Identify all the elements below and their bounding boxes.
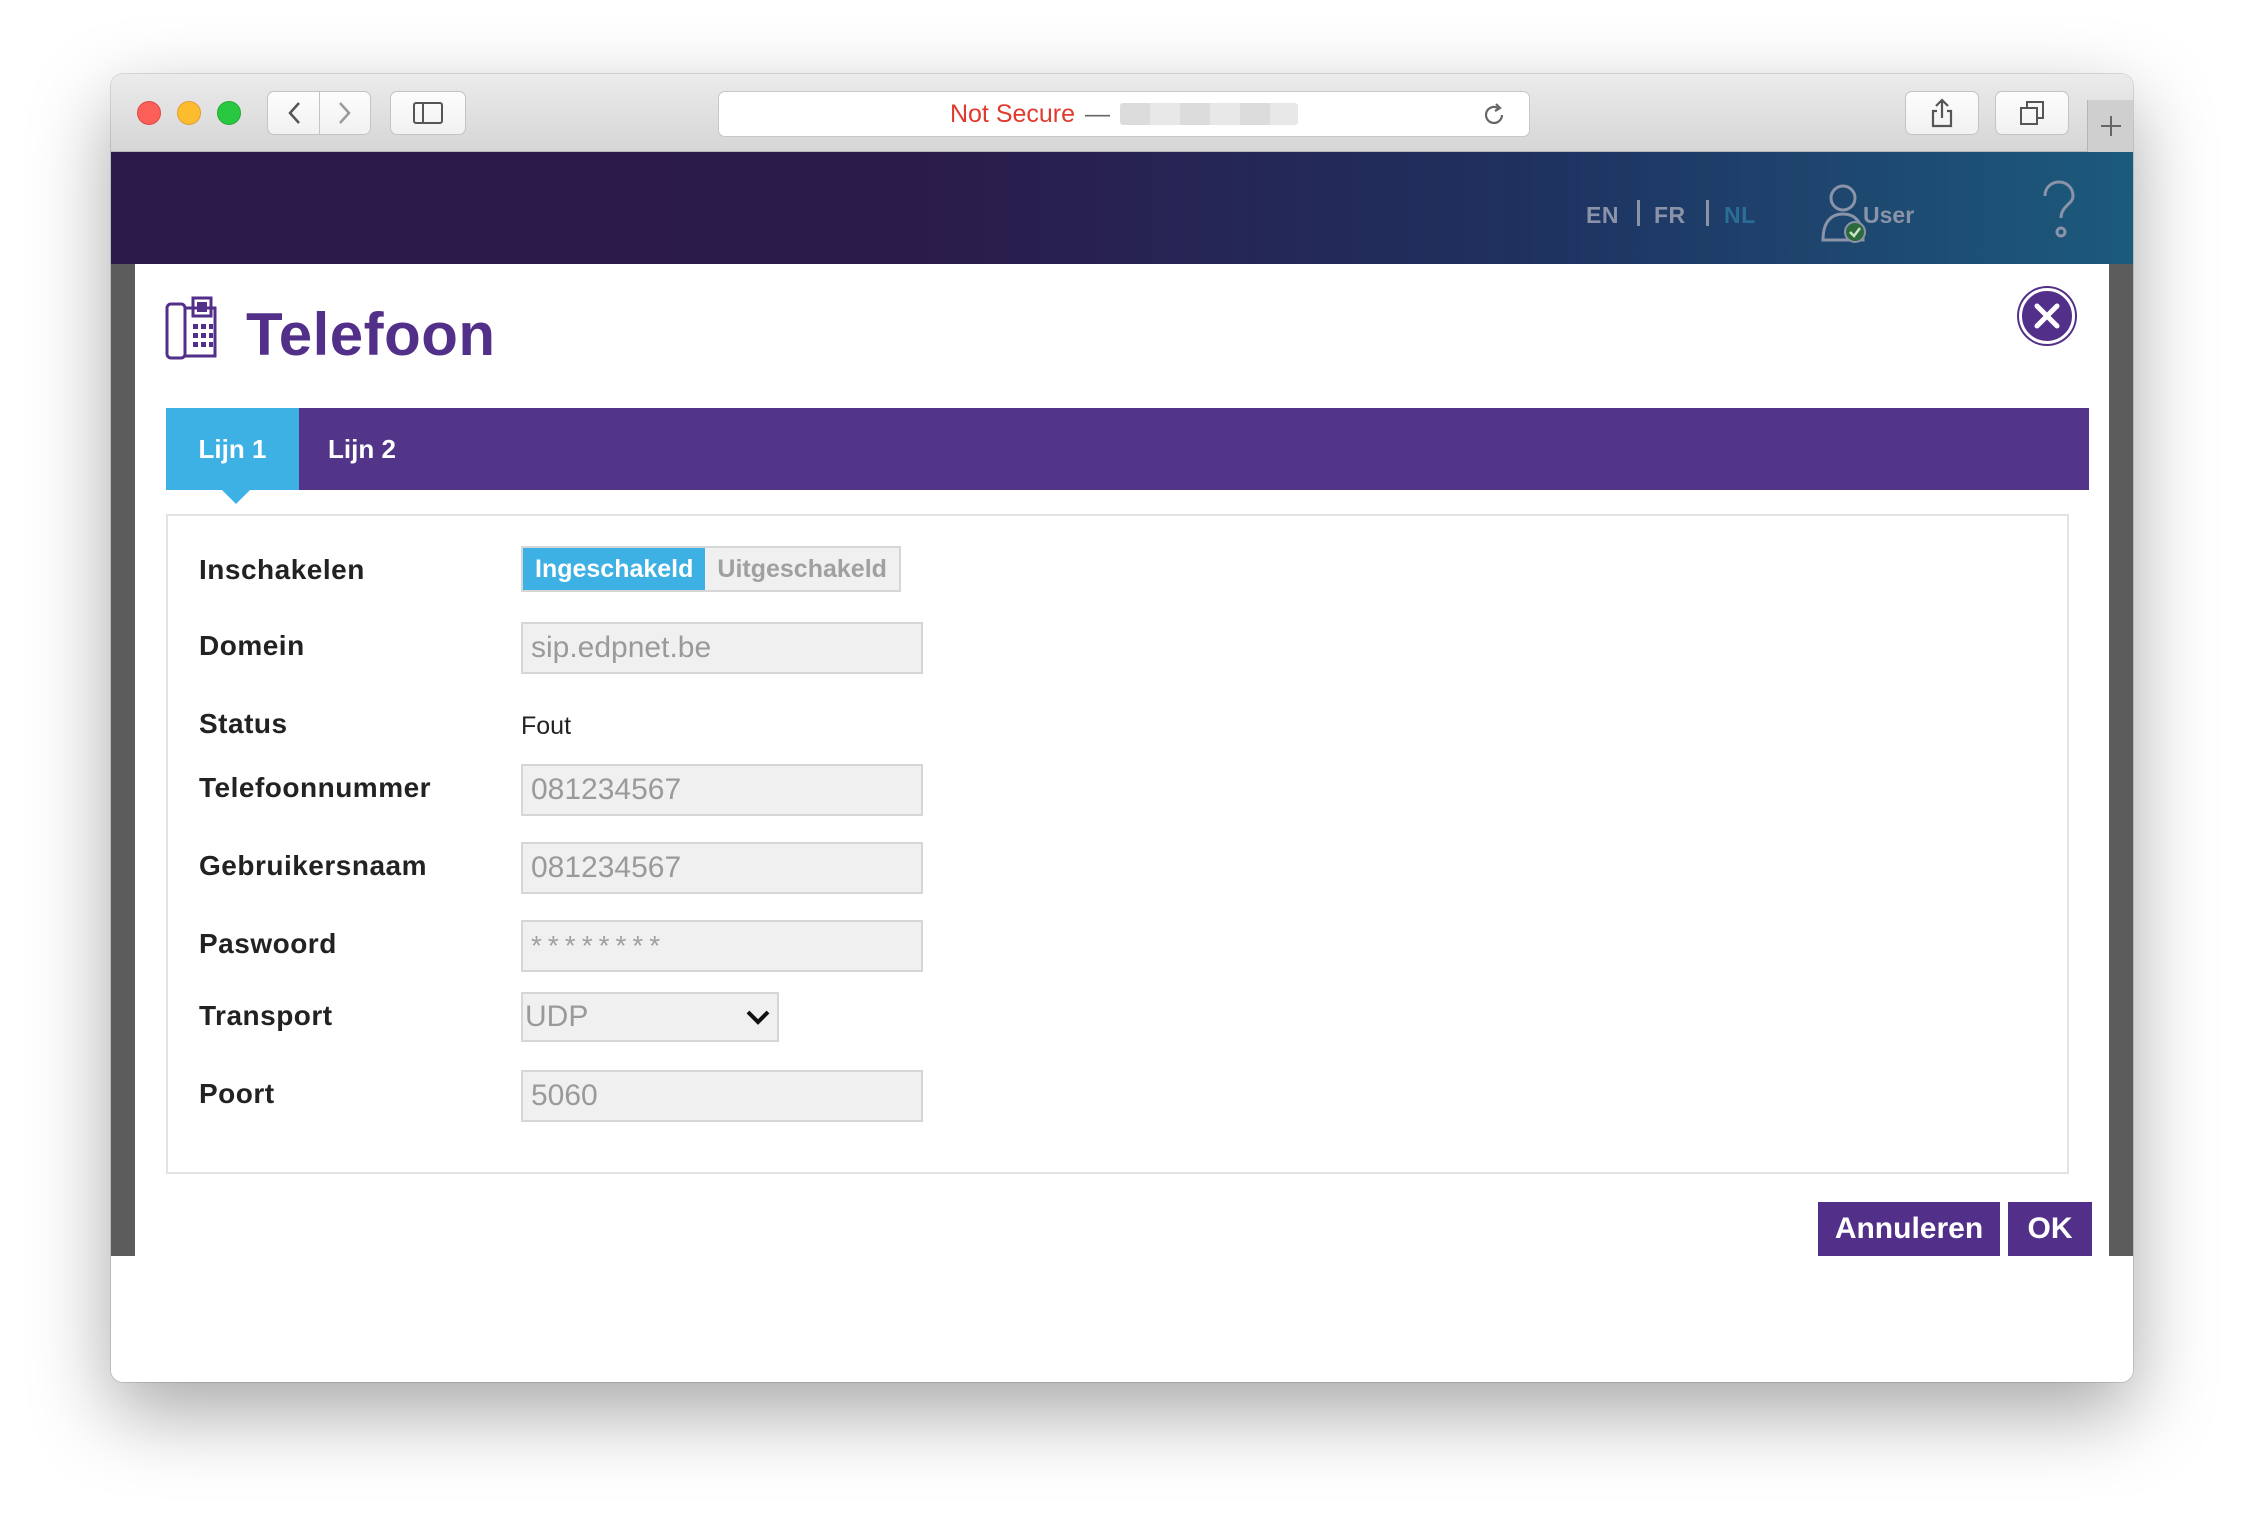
help-icon[interactable]	[2041, 180, 2077, 240]
domain-field[interactable]: sip.edpnet.be	[521, 622, 923, 674]
username-label: Gebruikersnaam	[199, 850, 427, 881]
sidebar-toggle-button[interactable]	[390, 91, 466, 135]
phone-icon	[165, 296, 217, 360]
tab-lijn-1[interactable]: Lijn 1	[166, 408, 299, 504]
telefoon-modal: Telefoon Lijn 1 Lijn 2 Inschakelen Inges…	[135, 264, 2109, 1256]
plus-icon	[2100, 116, 2121, 136]
browser-toolbar: Not Secure —	[111, 74, 2133, 152]
language-fr[interactable]: FR	[1654, 202, 1686, 229]
enable-toggle: Ingeschakeld Uitgeschakeld	[521, 546, 901, 592]
language-en[interactable]: EN	[1586, 202, 1619, 229]
phone-number-label: Telefoonnummer	[199, 772, 432, 803]
username-field[interactable]: 081234567	[521, 842, 923, 894]
transport-label: Transport	[199, 1000, 333, 1031]
status-label: Status	[199, 708, 288, 739]
browser-window: Not Secure — EN FR NL User Telefoon Lijn…	[111, 74, 2133, 1382]
close-icon	[2034, 303, 2060, 329]
transport-select[interactable]: UDP	[521, 992, 779, 1042]
user-icon[interactable]	[1821, 182, 1869, 244]
password-label: Paswoord	[199, 928, 337, 959]
share-icon	[1931, 98, 1953, 128]
close-window-button[interactable]	[137, 101, 161, 125]
chevron-down-icon	[746, 1010, 770, 1025]
tabs-overview-icon	[2020, 101, 2044, 125]
enabled-option[interactable]: Ingeschakeld	[523, 548, 706, 590]
domain-label: Domein	[199, 630, 305, 661]
transport-selected-value: UDP	[525, 1000, 589, 1033]
share-button[interactable]	[1905, 91, 1979, 135]
line-settings-form: Inschakelen Ingeschakeld Uitgeschakeld D…	[166, 514, 2069, 1174]
language-separator	[1637, 200, 1640, 226]
page-below-modal	[111, 1256, 2133, 1382]
language-nl[interactable]: NL	[1724, 202, 1756, 229]
password-field[interactable]: ********	[521, 920, 923, 972]
app-header: EN FR NL User	[111, 152, 2133, 264]
status-value: Fout	[521, 712, 572, 740]
language-separator	[1706, 200, 1709, 226]
close-modal-button[interactable]	[2019, 288, 2075, 344]
back-button[interactable]	[268, 92, 319, 134]
zoom-window-button[interactable]	[217, 101, 241, 125]
sidebar-icon	[413, 102, 443, 124]
disabled-option[interactable]: Uitgeschakeld	[705, 548, 899, 590]
navigation-buttons	[267, 91, 371, 135]
reload-icon[interactable]	[1481, 102, 1507, 128]
forward-button[interactable]	[319, 92, 370, 134]
ok-button[interactable]: OK	[2008, 1202, 2092, 1256]
chevron-left-icon	[287, 102, 300, 124]
redacted-url	[1120, 103, 1299, 125]
address-separator: —	[1085, 99, 1111, 128]
line-tabs: Lijn 1 Lijn 2	[166, 408, 2089, 504]
enable-label: Inschakelen	[199, 554, 365, 585]
port-label: Poort	[199, 1078, 275, 1109]
phone-number-field[interactable]: 081234567	[521, 764, 923, 816]
tab-lijn-2[interactable]: Lijn 2	[299, 408, 425, 490]
minimize-window-button[interactable]	[177, 101, 201, 125]
not-secure-label: Not Secure	[949, 99, 1076, 128]
show-tabs-button[interactable]	[1995, 91, 2069, 135]
cancel-button[interactable]: Annuleren	[1818, 1202, 2000, 1256]
new-tab-button[interactable]	[2087, 100, 2133, 152]
address-bar[interactable]: Not Secure —	[718, 91, 1530, 137]
port-field[interactable]: 5060	[521, 1070, 923, 1122]
chevron-right-icon	[339, 102, 351, 124]
modal-title: Telefoon	[246, 301, 496, 368]
user-label[interactable]: User	[1863, 202, 1914, 229]
